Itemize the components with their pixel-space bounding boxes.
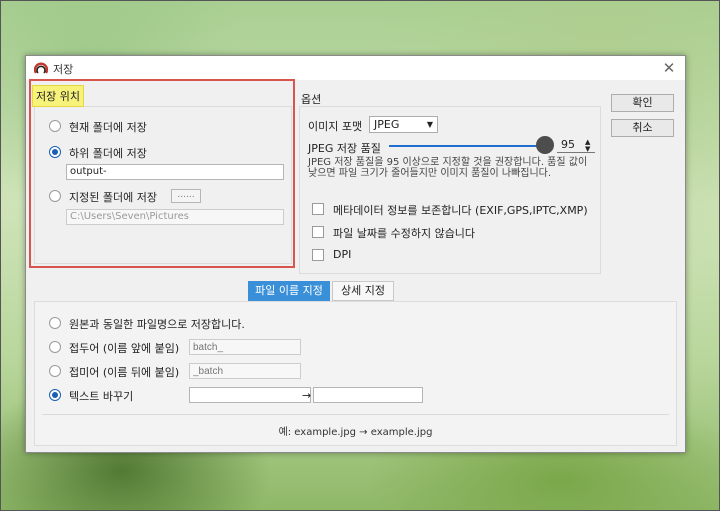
radio-replace-text[interactable] — [49, 389, 61, 401]
radio-current-folder[interactable] — [49, 120, 61, 132]
radio-subfolder[interactable] — [49, 146, 61, 158]
title-bar: 저장 ✕ — [26, 56, 685, 80]
folder-path-input[interactable]: C:\Users\Seven\Pictures — [66, 209, 284, 225]
browse-button[interactable]: ...... — [171, 189, 201, 203]
save-dialog: 저장 ✕ 저장 위치 현재 폴더에 저장 하위 폴더에 저장 output- 지… — [25, 55, 686, 453]
save-location-legend: 저장 위치 — [32, 85, 84, 107]
radio-same-name[interactable] — [49, 317, 61, 329]
checkbox-keep-date-label: 파일 날짜를 수정하지 않습니다 — [333, 227, 476, 240]
checkbox-dpi-label: DPI — [333, 248, 352, 261]
radio-replace-text-label: 텍스트 바꾸기 — [69, 390, 134, 403]
replace-arrow: → — [302, 389, 312, 402]
naming-divider — [42, 414, 669, 415]
dropdown-arrow-icon: ▼ — [426, 120, 433, 129]
checkbox-metadata[interactable] — [312, 203, 324, 215]
replace-find-input[interactable] — [189, 387, 311, 403]
checkbox-dpi[interactable] — [312, 249, 324, 261]
spin-arrows-icon[interactable]: ▲ ▼ — [585, 139, 590, 153]
quality-spin-value[interactable]: 95 — [561, 138, 575, 151]
radio-suffix-label: 접미어 (이름 뒤에 붙임) — [69, 366, 180, 379]
prefix-input[interactable] — [189, 339, 301, 355]
radio-prefix[interactable] — [49, 341, 61, 353]
quality-slider-track[interactable] — [389, 145, 553, 147]
replace-with-input[interactable] — [313, 387, 423, 403]
ok-button[interactable]: 확인 — [611, 94, 674, 112]
window-title: 저장 — [53, 63, 74, 76]
radio-current-folder-label: 현재 폴더에 저장 — [69, 121, 147, 134]
example-text: 예: example.jpg → example.jpg — [278, 427, 433, 438]
image-format-label: 이미지 포맷 — [308, 120, 363, 133]
radio-specified-folder[interactable] — [49, 190, 61, 202]
radio-specified-folder-label: 지정된 폴더에 저장 — [69, 191, 157, 204]
image-format-value: JPEG — [374, 118, 400, 131]
radio-suffix[interactable] — [49, 365, 61, 377]
cancel-button[interactable]: 취소 — [611, 119, 674, 137]
options-legend: 옵션 — [301, 93, 322, 106]
suffix-input[interactable] — [189, 363, 301, 379]
app-logo-icon — [34, 62, 48, 74]
quality-description: JPEG 저장 품질을 95 이상으로 지정할 것을 권장합니다. 품질 값이 … — [308, 157, 588, 179]
tab-detail[interactable]: 상세 지정 — [332, 281, 394, 301]
quality-slider-thumb[interactable] — [535, 136, 554, 154]
radio-prefix-label: 접두어 (이름 앞에 붙임) — [69, 342, 180, 355]
jpeg-quality-label: JPEG 저장 품질 — [308, 142, 381, 155]
checkbox-keep-date[interactable] — [312, 226, 324, 238]
image-format-select[interactable]: JPEG ▼ — [369, 116, 438, 133]
radio-subfolder-label: 하위 폴더에 저장 — [69, 147, 147, 160]
close-icon[interactable]: ✕ — [659, 58, 679, 78]
subfolder-name-input[interactable]: output- — [66, 164, 284, 180]
radio-same-name-label: 원본과 동일한 파일명으로 저장합니다. — [69, 318, 245, 331]
tab-filename[interactable]: 파일 이름 지정 — [248, 281, 330, 301]
spin-underline — [557, 152, 595, 153]
checkbox-metadata-label: 메타데이터 정보를 보존합니다 (EXIF,GPS,IPTC,XMP) — [333, 204, 588, 217]
